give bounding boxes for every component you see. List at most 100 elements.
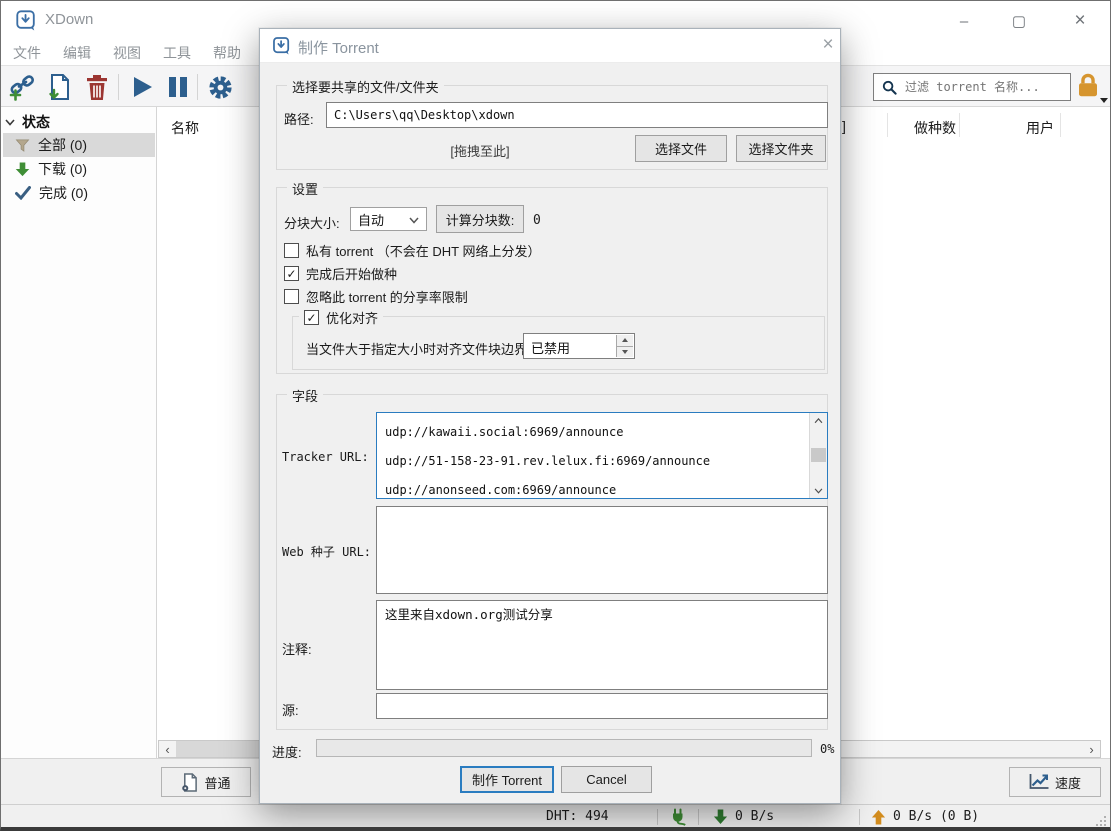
toolbar-separator — [118, 74, 119, 100]
search-input[interactable] — [903, 79, 1070, 95]
sidebar-item-label: 下载 (0) — [38, 159, 87, 179]
window-title: XDown — [45, 11, 93, 28]
plug-icon — [669, 808, 687, 826]
ignore-ratio-checkbox-row[interactable]: 忽略此 torrent 的分享率限制 — [284, 287, 468, 306]
scroll-down-arrow[interactable] — [810, 483, 827, 498]
column-header-users[interactable]: 用户 — [968, 118, 1054, 138]
tracker-url-textarea[interactable]: udp://kawaii.social:6969/announce udp://… — [376, 412, 828, 499]
menu-tools[interactable]: 工具 — [163, 43, 191, 63]
private-torrent-checkbox-row[interactable]: 私有 torrent （不会在 DHT 网络上分发） — [284, 241, 541, 260]
sidebar-item-downloading[interactable]: 下载 (0) — [3, 157, 155, 181]
chevron-down-icon — [409, 217, 419, 224]
maximize-button[interactable]: ▢ — [996, 2, 1042, 40]
minimize-icon: – — [960, 13, 968, 30]
resize-grip[interactable] — [1095, 815, 1107, 827]
lock-caret-icon — [1100, 98, 1108, 103]
piece-size-select[interactable]: 自动 — [350, 207, 427, 231]
comment-textarea[interactable]: 这里来自xdown.org测试分享 — [376, 600, 828, 690]
choose-file-button[interactable]: 选择文件 — [635, 135, 727, 162]
spin-down-button[interactable] — [617, 347, 633, 358]
source-input[interactable] — [376, 693, 828, 719]
trash-icon — [85, 74, 109, 101]
normal-mode-button[interactable]: 普通 — [161, 767, 251, 797]
sidebar-item-label: 全部 (0) — [38, 135, 87, 155]
spin-up-button[interactable] — [617, 335, 633, 347]
speed-chart-icon — [1029, 774, 1049, 790]
align-threshold-spinner[interactable]: 已禁用 — [523, 333, 635, 359]
scroll-right-arrow[interactable]: › — [1083, 741, 1100, 757]
delete-button[interactable] — [80, 70, 114, 104]
align-threshold-value: 已禁用 — [531, 338, 570, 357]
seed-after-checkbox-row[interactable]: ✓ 完成后开始做种 — [284, 264, 397, 283]
choose-folder-label: 选择文件夹 — [748, 139, 813, 158]
play-icon — [129, 74, 155, 100]
download-speed: 0 B/s — [735, 809, 774, 824]
pause-icon — [166, 75, 190, 99]
pause-button[interactable] — [161, 70, 195, 104]
column-separator — [959, 113, 960, 137]
progress-label: 进度: — [272, 742, 302, 761]
column-header-seeds[interactable]: 做种数 — [848, 118, 956, 138]
add-url-button[interactable] — [5, 70, 39, 104]
add-file-icon — [46, 73, 72, 101]
settings-group-legend: 设置 — [287, 179, 323, 198]
checkbox-unchecked[interactable] — [284, 289, 299, 304]
scroll-up-arrow[interactable] — [810, 413, 827, 428]
speed-button[interactable]: 速度 — [1009, 767, 1101, 797]
scrollbar-thumb[interactable] — [811, 448, 826, 462]
checkbox-checked[interactable]: ✓ — [284, 266, 299, 281]
path-label: 路径: — [284, 109, 314, 128]
column-separator — [887, 113, 888, 137]
minimize-button[interactable]: – — [941, 2, 987, 40]
scroll-left-arrow[interactable]: ‹ — [159, 741, 176, 757]
spin-up-icon — [622, 338, 628, 342]
checkbox-checked[interactable]: ✓ — [304, 310, 319, 325]
speed-label: 速度 — [1055, 773, 1081, 792]
tracker-url-text[interactable]: udp://kawaii.social:6969/announce udp://… — [385, 418, 805, 496]
drop-hint: [拖拽至此] — [410, 141, 550, 160]
calc-pieces-label: 计算分块数: — [446, 210, 515, 229]
align-checkbox-row[interactable]: ✓ 优化对齐 — [299, 308, 383, 327]
cancel-button[interactable]: Cancel — [561, 766, 652, 793]
share-group-legend: 选择要共享的文件/文件夹 — [287, 77, 444, 96]
ignore-ratio-label: 忽略此 torrent 的分享率限制 — [306, 287, 468, 306]
menu-help[interactable]: 帮助 — [213, 43, 241, 63]
add-torrent-file-button[interactable] — [42, 70, 76, 104]
path-input[interactable] — [326, 102, 828, 128]
add-link-icon — [8, 73, 36, 101]
piece-size-label: 分块大小: — [284, 213, 340, 232]
menu-edit[interactable]: 编辑 — [63, 43, 91, 63]
fields-group-legend: 字段 — [287, 386, 323, 405]
comment-label: 注释: — [282, 639, 312, 658]
upload-speed-icon — [871, 809, 886, 825]
settings-button[interactable] — [203, 70, 237, 104]
checkbox-unchecked[interactable] — [284, 243, 299, 258]
webseed-url-textarea[interactable] — [376, 506, 828, 594]
dialog-titlebar: 制作 Torrent × — [260, 29, 840, 63]
scroll-down-icon — [814, 488, 823, 494]
sidebar-item-label: 完成 (0) — [39, 183, 88, 203]
column-separator — [1060, 113, 1061, 137]
sidebar-item-completed[interactable]: 完成 (0) — [3, 181, 155, 205]
tracker-url-label: Tracker URL: — [282, 450, 369, 464]
menu-file[interactable]: 文件 — [13, 43, 41, 63]
scrollbar-track[interactable] — [810, 428, 827, 483]
menu-view[interactable]: 视图 — [113, 43, 141, 63]
calc-pieces-button[interactable]: 计算分块数: — [436, 205, 524, 233]
start-button[interactable] — [125, 70, 159, 104]
progress-percent: 0% — [820, 742, 834, 756]
choose-folder-button[interactable]: 选择文件夹 — [736, 135, 826, 162]
column-header-name[interactable]: 名称 — [171, 118, 199, 138]
sidebar-item-all[interactable]: 全部 (0) — [3, 133, 155, 157]
sidebar-group-status[interactable]: 状态 — [5, 112, 50, 132]
make-torrent-dialog: 制作 Torrent × 选择要共享的文件/文件夹 路径: [拖拽至此] 选择文… — [259, 28, 841, 804]
make-torrent-button[interactable]: 制作 Torrent — [460, 766, 554, 793]
dialog-close-button[interactable]: × — [816, 33, 840, 57]
status-separator — [859, 809, 860, 825]
close-button[interactable]: × — [1057, 2, 1103, 40]
tracker-scrollbar[interactable] — [809, 413, 827, 498]
app-logo-icon — [15, 9, 37, 31]
statusbar: DHT: 494 0 B/s 0 B/s (0 B) — [1, 804, 1111, 829]
column-header-partial[interactable]: ] — [842, 118, 846, 134]
lock-button[interactable] — [1075, 72, 1105, 102]
